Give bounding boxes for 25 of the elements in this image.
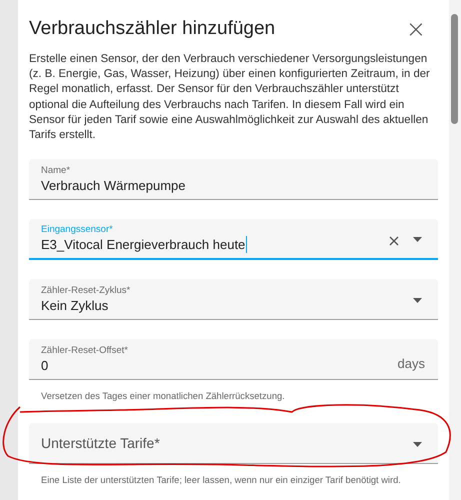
field-label: Zähler-Reset-Zyklus* [41, 284, 132, 297]
field-label: Zähler-Reset-Offset* [41, 344, 129, 357]
input-field[interactable]: Name* Verbrauch Wärmepumpe [29, 159, 438, 200]
close-button[interactable]: × [406, 17, 426, 41]
field-label: Name* [41, 164, 72, 177]
dropdown-field[interactable]: Unterstützte Tarife* [29, 423, 438, 464]
dropdown-arrow-icon[interactable] [413, 442, 422, 447]
field-label: Unterstützte Tarife* [41, 434, 161, 453]
input-field[interactable]: Zähler-Reset-Offset* 0 days [29, 339, 438, 380]
field-value: 0 [41, 356, 50, 374]
scrollbar-thumb[interactable] [451, 14, 458, 124]
dropdown-arrow-icon[interactable] [413, 298, 422, 303]
dropdown-field[interactable]: Eingangssensor* E3_Vitocal Energieverbrauch heute [29, 219, 438, 260]
helper-text: Versetzen des Tages einer monatlichen Zählerrücksetzung. [40, 390, 286, 404]
dialog-title: Verbrauchszähler hinzufügen [29, 16, 276, 41]
helper-text: Eine Liste der unterstützten Tarife; leer lassen, wenn nur ein einziger Tarif benötigt wird. [40, 474, 402, 488]
clear-icon[interactable] [389, 236, 399, 246]
dropdown-field[interactable]: Zähler-Reset-Zyklus* Kein Zyklus [29, 279, 438, 320]
field-label: Eingangssensor* [41, 224, 114, 236]
field-value: Kein Zyklus [41, 296, 110, 314]
unit-suffix: days [398, 355, 425, 374]
field-value: E3_Vitocal Energieverbrauch heute [41, 236, 248, 254]
dialog-description: Erstelle einen Sensor, der den Verbrauch verschiedener Versorgungsleistungen (z. B. Energie, Gas, Wasser, Heizung) über einen konfigurierten Zeitraum, in der Regel monatlich, erfasst. Der Sensor für den Verbrauchszähler unterstützt optional die Aufteilung des Verbrauchs nach Tarifen. In diesem Fall wird ein Sensor für jeden Tarif sowie eine Auswahlmöglichkeit zur Auswahl des aktuellen Tarifs erstellt. [29, 52, 431, 144]
dropdown-arrow-icon[interactable] [413, 237, 422, 242]
field-value: Verbrauch Wärmepumpe [41, 176, 187, 194]
